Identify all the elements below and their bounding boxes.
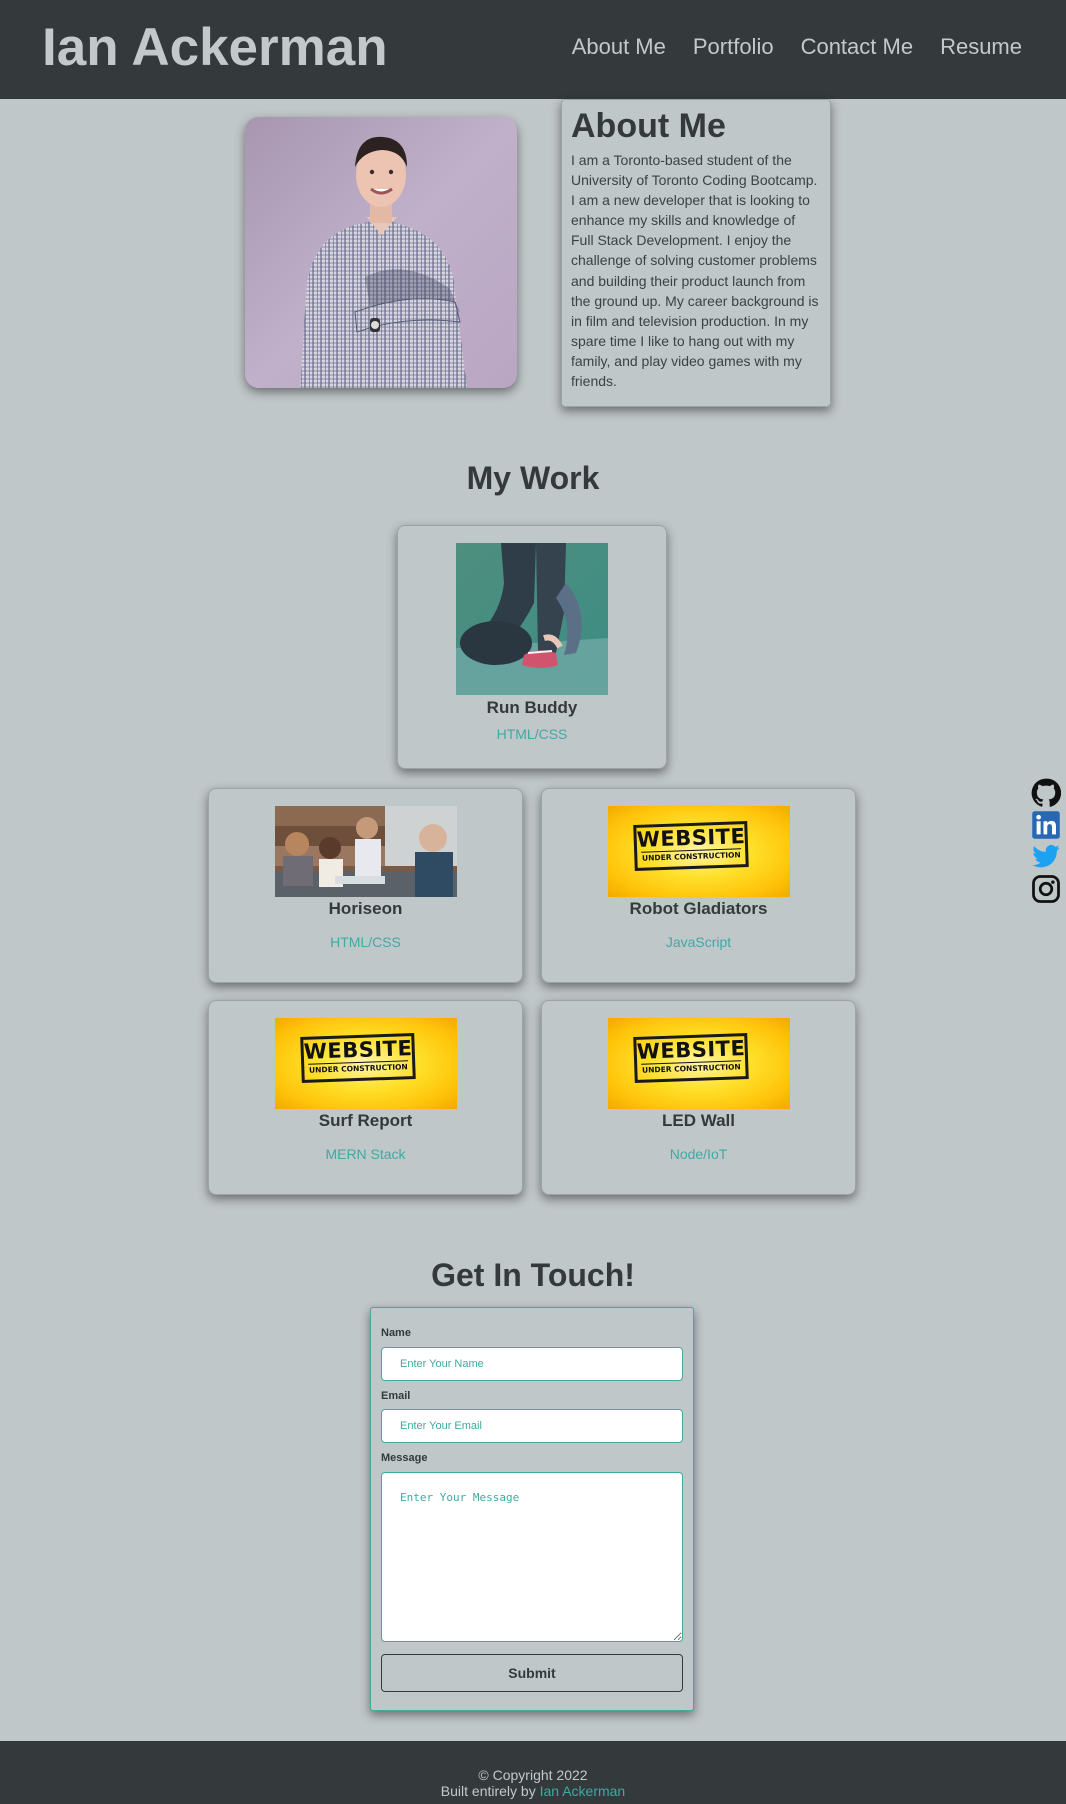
- built-by-line: Built entirely by Ian Ackerman: [0, 1783, 1066, 1799]
- project-card-surf-report[interactable]: WEBSITE UNDER CONSTRUCTION Surf Report M…: [208, 1000, 523, 1195]
- profile-photo: [245, 117, 517, 388]
- about-me-heading: About Me: [571, 107, 726, 145]
- email-input[interactable]: [381, 1409, 683, 1443]
- submit-button[interactable]: Submit: [381, 1654, 683, 1692]
- linkedin-icon[interactable]: [1031, 810, 1061, 840]
- project-title: Horiseon: [328, 899, 403, 918]
- run-buddy-thumbnail[interactable]: [456, 543, 608, 695]
- project-card-robot-gladiators[interactable]: WEBSITE UNDER CONSTRUCTION Robot Gladiat…: [541, 788, 856, 983]
- project-tech[interactable]: JavaScript: [542, 934, 855, 950]
- get-in-touch-heading: Get In Touch!: [431, 1257, 635, 1293]
- about-me-card: About Me I am a Toronto-based student of…: [561, 99, 831, 407]
- contact-form: Name Email Message Submit: [370, 1307, 694, 1711]
- robot-gladiators-thumbnail[interactable]: WEBSITE UNDER CONSTRUCTION: [608, 806, 790, 897]
- twitter-icon[interactable]: [1031, 842, 1061, 872]
- under-construction-sign: WEBSITE UNDER CONSTRUCTION: [275, 1018, 457, 1109]
- message-textarea[interactable]: [381, 1472, 683, 1642]
- project-title: Run Buddy: [486, 698, 578, 717]
- profile-photo-image: [245, 117, 517, 388]
- my-work-heading: My Work: [466, 460, 600, 496]
- team-meeting-photo: [275, 806, 457, 897]
- nav-about-me[interactable]: About Me: [572, 33, 666, 61]
- project-tech[interactable]: HTML/CSS: [209, 934, 522, 950]
- built-by-prefix: Built entirely by: [440, 1783, 536, 1799]
- project-card-led-wall[interactable]: WEBSITE UNDER CONSTRUCTION LED Wall Node…: [541, 1000, 856, 1195]
- horiseon-thumbnail[interactable]: [275, 806, 457, 897]
- project-tech[interactable]: HTML/CSS: [398, 726, 666, 742]
- led-wall-thumbnail[interactable]: WEBSITE UNDER CONSTRUCTION: [608, 1018, 790, 1109]
- runner-photo: [456, 543, 608, 695]
- surf-report-thumbnail[interactable]: WEBSITE UNDER CONSTRUCTION: [275, 1018, 457, 1109]
- copyright-text: © Copyright 2022: [478, 1767, 588, 1783]
- under-construction-sign: WEBSITE UNDER CONSTRUCTION: [608, 1018, 790, 1109]
- site-title: Ian Ackerman: [42, 18, 388, 77]
- social-links: [1031, 778, 1062, 906]
- nav-contact-me[interactable]: Contact Me: [801, 33, 914, 61]
- main-nav: About Me Portfolio Contact Me Resume: [572, 33, 1022, 61]
- site-footer: © Copyright 2022 Built entirely by Ian A…: [0, 1741, 1066, 1804]
- project-title: Surf Report: [318, 1111, 413, 1130]
- nav-portfolio[interactable]: Portfolio: [693, 33, 774, 61]
- project-title: LED Wall: [661, 1111, 736, 1130]
- email-label: Email: [381, 1390, 411, 1402]
- about-me-text: I am a Toronto-based student of the Univ…: [571, 152, 819, 390]
- message-label: Message: [381, 1452, 428, 1464]
- site-header: Ian Ackerman About Me Portfolio Contact …: [0, 0, 1066, 99]
- project-tech[interactable]: MERN Stack: [209, 1146, 522, 1162]
- project-tech[interactable]: Node/IoT: [542, 1146, 855, 1162]
- author-link[interactable]: Ian Ackerman: [540, 1783, 626, 1799]
- project-card-run-buddy[interactable]: Run Buddy HTML/CSS: [397, 525, 667, 769]
- nav-resume[interactable]: Resume: [940, 33, 1022, 61]
- name-label: Name: [381, 1327, 411, 1339]
- name-input[interactable]: [381, 1347, 683, 1381]
- project-card-horiseon[interactable]: Horiseon HTML/CSS: [208, 788, 523, 983]
- project-title: Robot Gladiators: [629, 899, 768, 918]
- under-construction-sign: WEBSITE UNDER CONSTRUCTION: [608, 806, 790, 897]
- github-icon[interactable]: [1031, 778, 1062, 808]
- instagram-icon[interactable]: [1031, 874, 1061, 904]
